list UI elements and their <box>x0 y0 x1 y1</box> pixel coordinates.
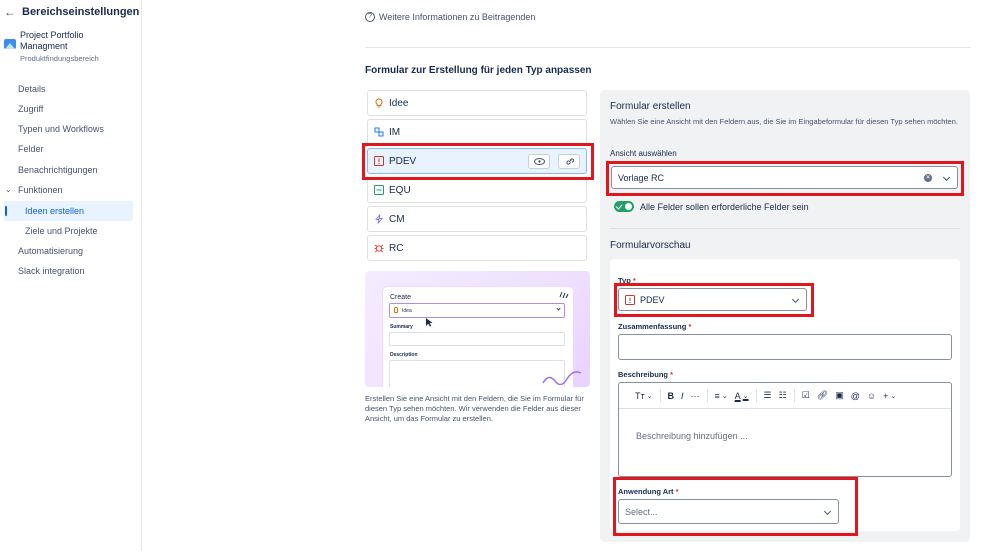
text-style-button[interactable]: Tт ⌄ <box>635 391 653 401</box>
emoji-icon[interactable]: ☺ <box>867 391 876 401</box>
green-square-icon <box>374 185 384 195</box>
sidebar-item-ziele-projekte[interactable]: Ziele und Projekte <box>0 221 134 241</box>
project-type: Produktfindungsbereich <box>20 54 99 63</box>
type-label: CM <box>389 213 405 225</box>
illustration-description-label: Description <box>390 352 418 358</box>
type-item-equ[interactable]: EQU <box>367 177 587 203</box>
sidebar-title: Bereichseinstellungen <box>22 6 140 18</box>
required-mark: * <box>688 322 692 331</box>
sidebar-item-details[interactable]: Details <box>0 79 134 99</box>
type-item-cm[interactable]: CM <box>367 206 587 232</box>
image-icon[interactable]: ▣ <box>835 390 844 401</box>
description-placeholder: Beschreibung hinzufügen ... <box>636 431 748 441</box>
insert-plus-icon[interactable]: + ⌄ <box>883 391 896 401</box>
nodes-icon <box>374 127 384 137</box>
info-link[interactable]: ? Weitere Informationen zu Beitragenden <box>365 12 535 22</box>
sidebar: ← Bereichseinstellungen Project Portfoli… <box>0 0 142 551</box>
description-field-label: Beschreibung * <box>618 370 673 379</box>
italic-button[interactable]: I <box>681 391 684 401</box>
illustration-create-label: Create <box>390 294 412 301</box>
text-color-icon: A <box>734 390 741 401</box>
question-icon: ? <box>365 12 375 22</box>
sidebar-item-automatisierung[interactable]: Automatisierung <box>0 241 134 261</box>
bullet-list-button[interactable]: ☰ <box>764 390 772 401</box>
sidebar-item-ideen-erstellen[interactable]: Ideen erstellen <box>4 201 133 221</box>
squiggle-decoration <box>542 371 582 385</box>
bolt-icon <box>374 214 384 224</box>
arrow-left-icon: ← <box>4 5 16 19</box>
numbered-list-button[interactable]: ☷ <box>779 390 787 401</box>
summary-field-label: Zusammenfassung * <box>618 322 691 331</box>
toolbar-separator <box>706 389 708 402</box>
panel-subtitle: Wählen Sie eine Ansicht mit den Feldern … <box>610 117 958 126</box>
checkbox-icon[interactable]: ☑ <box>802 390 810 401</box>
toolbar-separator <box>793 389 795 402</box>
info-link-label: Weitere Informationen zu Beitragenden <box>379 12 536 22</box>
sidebar-item-zugriff[interactable]: Zugriff <box>0 99 134 119</box>
editor-toolbar: Tт ⌄ B I ··· ≡ ⌄ A ⌄ ☰ ☷ ☑ 🔗︎ ▣ @ ☺ + ⌄ <box>619 383 951 409</box>
project-avatar-icon <box>4 39 16 49</box>
illustration-select-value: Idea <box>402 307 412 314</box>
type-label: EQU <box>389 184 411 196</box>
highlight-box-art <box>613 477 858 536</box>
required-toggle-label: Alle Felder sollen erforderliche Felder … <box>640 202 809 212</box>
back-button[interactable]: ← Bereichseinstellungen <box>4 4 139 20</box>
sidebar-item-felder[interactable]: Felder <box>0 139 134 159</box>
summary-input[interactable] <box>618 334 952 360</box>
bug-icon <box>374 243 384 253</box>
illustration-summary-label: Summary <box>390 324 413 330</box>
toolbar-separator <box>659 389 661 402</box>
preview-title: Formularvorschau <box>610 240 691 251</box>
panel-divider <box>610 228 960 229</box>
sidebar-item-slack[interactable]: Slack integration <box>0 261 134 281</box>
illustration-summary-box <box>389 332 565 346</box>
text-style-icon: Tт <box>635 390 645 401</box>
required-toggle[interactable] <box>614 201 634 212</box>
cursor-icon <box>426 318 433 327</box>
section-title: Formular zur Erstellung für jeden Typ an… <box>365 65 592 76</box>
project-name[interactable]: Project Portfolio Managment <box>20 30 120 52</box>
lightbulb-icon <box>374 98 384 108</box>
sidebar-item-benachrichtigungen[interactable]: Benachrichtigungen <box>0 160 134 180</box>
panel-title: Formular erstellen <box>610 101 691 112</box>
more-formatting-button[interactable]: ··· <box>691 391 700 401</box>
bold-button[interactable]: B <box>668 391 675 401</box>
sidebar-item-typen-workflows[interactable]: Typen und Workflows <box>0 119 134 139</box>
type-label: RC <box>389 242 404 254</box>
sidebar-item-funktionen[interactable]: Funktionen <box>0 180 134 200</box>
view-select-label: Ansicht auswählen <box>610 149 677 158</box>
chevron-down-icon <box>556 306 561 311</box>
sparkle-icon <box>559 291 569 299</box>
align-button[interactable]: ≡ ⌄ <box>715 391 728 401</box>
type-item-im[interactable]: IM <box>367 119 587 145</box>
link-icon[interactable]: 🔗︎ <box>817 390 828 401</box>
lightbulb-icon <box>394 307 398 313</box>
illustration-description: Erstellen Sie eine Ansicht mit den Felde… <box>365 394 584 423</box>
highlight-box-view <box>606 161 964 196</box>
divider <box>365 47 971 48</box>
type-label: Idee <box>389 97 409 109</box>
form-illustration: Create Idea Summary Description <box>365 271 590 387</box>
illustration-description-box <box>389 360 565 387</box>
text-color-button[interactable]: A ⌄ <box>735 391 749 401</box>
active-indicator <box>5 206 7 216</box>
summary-label-text: Zusammenfassung <box>618 322 687 331</box>
mention-icon[interactable]: @ <box>851 391 860 401</box>
highlight-box-pdev <box>362 143 594 180</box>
highlight-box-typ <box>614 283 814 317</box>
required-mark: * <box>670 370 674 379</box>
illustration-select: Idea <box>389 303 565 318</box>
type-item-idee[interactable]: Idee <box>367 90 587 116</box>
type-item-rc[interactable]: RC <box>367 235 587 261</box>
toolbar-separator <box>755 389 757 402</box>
description-label-text: Beschreibung <box>618 370 669 379</box>
align-icon: ≡ <box>714 390 720 401</box>
type-label: IM <box>389 126 401 138</box>
